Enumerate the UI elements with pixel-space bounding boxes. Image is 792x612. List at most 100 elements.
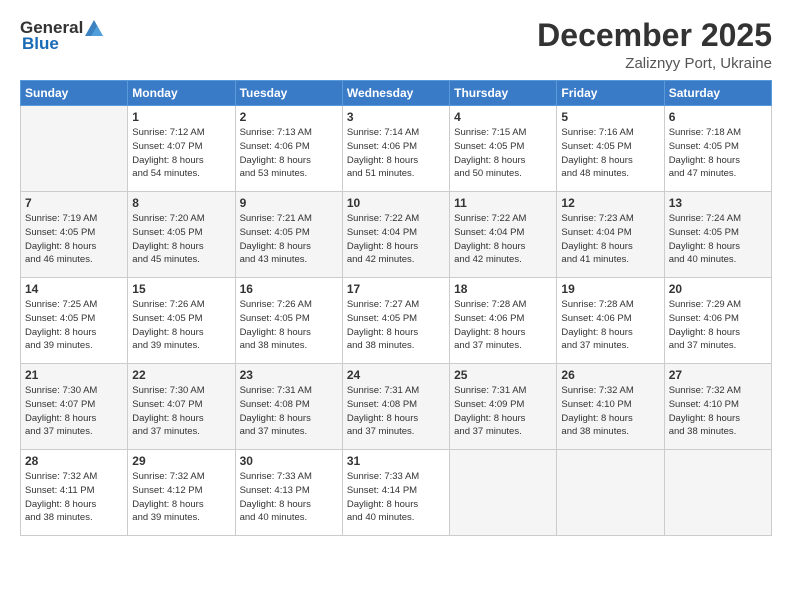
calendar-header-tuesday: Tuesday — [235, 81, 342, 106]
calendar-cell: 25 Sunrise: 7:31 AMSunset: 4:09 PMDayligh… — [450, 364, 557, 450]
month-title: December 2025 — [537, 18, 772, 53]
day-number: 11 — [454, 196, 552, 210]
day-info: Sunrise: 7:31 AMSunset: 4:08 PMDaylight:… — [347, 384, 445, 439]
calendar-cell: 16 Sunrise: 7:26 AMSunset: 4:05 PMDayligh… — [235, 278, 342, 364]
day-info: Sunrise: 7:20 AMSunset: 4:05 PMDaylight:… — [132, 212, 230, 267]
title-block: December 2025 Zaliznyy Port, Ukraine — [537, 18, 772, 72]
day-info: Sunrise: 7:18 AMSunset: 4:05 PMDaylight:… — [669, 126, 767, 181]
calendar-cell: 5 Sunrise: 7:16 AMSunset: 4:05 PMDaylight… — [557, 106, 664, 192]
calendar-header-monday: Monday — [128, 81, 235, 106]
day-info: Sunrise: 7:30 AMSunset: 4:07 PMDaylight:… — [132, 384, 230, 439]
calendar-header-wednesday: Wednesday — [342, 81, 449, 106]
calendar-week-2: 7 Sunrise: 7:19 AMSunset: 4:05 PMDaylight… — [21, 192, 772, 278]
day-number: 28 — [25, 454, 123, 468]
calendar-cell: 27Sunrise: 7:32 AMSunset: 4:10 PMDayligh… — [664, 364, 771, 450]
day-number: 31 — [347, 454, 445, 468]
day-number: 14 — [25, 282, 123, 296]
day-number: 13 — [669, 196, 767, 210]
day-number: 8 — [132, 196, 230, 210]
page: General Blue December 2025 Zaliznyy Port… — [0, 0, 792, 612]
logo: General Blue — [20, 18, 105, 54]
day-info: Sunrise: 7:32 AMSunset: 4:12 PMDaylight:… — [132, 470, 230, 525]
calendar-cell: 26Sunrise: 7:32 AMSunset: 4:10 PMDayligh… — [557, 364, 664, 450]
calendar-cell: 13 Sunrise: 7:24 AMSunset: 4:05 PMDayligh… — [664, 192, 771, 278]
day-info: Sunrise: 7:25 AMSunset: 4:05 PMDaylight:… — [25, 298, 123, 353]
calendar-cell: 11Sunrise: 7:22 AMSunset: 4:04 PMDayligh… — [450, 192, 557, 278]
calendar-cell: 24 Sunrise: 7:31 AMSunset: 4:08 PMDayligh… — [342, 364, 449, 450]
day-number: 4 — [454, 110, 552, 124]
day-info: Sunrise: 7:23 AMSunset: 4:04 PMDaylight:… — [561, 212, 659, 267]
calendar-cell — [664, 450, 771, 536]
calendar-cell: 30 Sunrise: 7:33 AMSunset: 4:13 PMDayligh… — [235, 450, 342, 536]
calendar-week-1: 1 Sunrise: 7:12 AMSunset: 4:07 PMDaylight… — [21, 106, 772, 192]
day-number: 5 — [561, 110, 659, 124]
day-number: 2 — [240, 110, 338, 124]
day-number: 18 — [454, 282, 552, 296]
day-number: 3 — [347, 110, 445, 124]
day-info: Sunrise: 7:12 AMSunset: 4:07 PMDaylight:… — [132, 126, 230, 181]
calendar-cell — [21, 106, 128, 192]
day-info: Sunrise: 7:24 AMSunset: 4:05 PMDaylight:… — [669, 212, 767, 267]
calendar-cell: 31Sunrise: 7:33 AMSunset: 4:14 PMDayligh… — [342, 450, 449, 536]
header: General Blue December 2025 Zaliznyy Port… — [20, 18, 772, 72]
day-info: Sunrise: 7:16 AMSunset: 4:05 PMDaylight:… — [561, 126, 659, 181]
day-number: 19 — [561, 282, 659, 296]
calendar-cell: 3 Sunrise: 7:14 AMSunset: 4:06 PMDaylight… — [342, 106, 449, 192]
calendar-cell: 21Sunrise: 7:30 AMSunset: 4:07 PMDayligh… — [21, 364, 128, 450]
day-info: Sunrise: 7:13 AMSunset: 4:06 PMDaylight:… — [240, 126, 338, 181]
day-info: Sunrise: 7:26 AMSunset: 4:05 PMDaylight:… — [240, 298, 338, 353]
calendar-header-saturday: Saturday — [664, 81, 771, 106]
calendar-cell: 18 Sunrise: 7:28 AMSunset: 4:06 PMDayligh… — [450, 278, 557, 364]
calendar-cell: 20Sunrise: 7:29 AMSunset: 4:06 PMDayligh… — [664, 278, 771, 364]
day-info: Sunrise: 7:14 AMSunset: 4:06 PMDaylight:… — [347, 126, 445, 181]
calendar-cell: 28Sunrise: 7:32 AMSunset: 4:11 PMDayligh… — [21, 450, 128, 536]
calendar-week-5: 28Sunrise: 7:32 AMSunset: 4:11 PMDayligh… — [21, 450, 772, 536]
day-info: Sunrise: 7:28 AMSunset: 4:06 PMDaylight:… — [561, 298, 659, 353]
day-number: 7 — [25, 196, 123, 210]
day-info: Sunrise: 7:21 AMSunset: 4:05 PMDaylight:… — [240, 212, 338, 267]
calendar-cell: 17Sunrise: 7:27 AMSunset: 4:05 PMDayligh… — [342, 278, 449, 364]
calendar-header-row: SundayMondayTuesdayWednesdayThursdayFrid… — [21, 81, 772, 106]
calendar-cell: 1 Sunrise: 7:12 AMSunset: 4:07 PMDaylight… — [128, 106, 235, 192]
day-info: Sunrise: 7:32 AMSunset: 4:10 PMDaylight:… — [561, 384, 659, 439]
day-number: 16 — [240, 282, 338, 296]
day-info: Sunrise: 7:31 AMSunset: 4:09 PMDaylight:… — [454, 384, 552, 439]
day-number: 25 — [454, 368, 552, 382]
calendar-cell: 8 Sunrise: 7:20 AMSunset: 4:05 PMDaylight… — [128, 192, 235, 278]
calendar-cell — [557, 450, 664, 536]
day-number: 30 — [240, 454, 338, 468]
logo-blue-text: Blue — [22, 34, 59, 54]
day-number: 29 — [132, 454, 230, 468]
day-number: 22 — [132, 368, 230, 382]
day-info: Sunrise: 7:29 AMSunset: 4:06 PMDaylight:… — [669, 298, 767, 353]
calendar-cell: 22 Sunrise: 7:30 AMSunset: 4:07 PMDayligh… — [128, 364, 235, 450]
day-info: Sunrise: 7:32 AMSunset: 4:10 PMDaylight:… — [669, 384, 767, 439]
calendar-cell: 14 Sunrise: 7:25 AMSunset: 4:05 PMDayligh… — [21, 278, 128, 364]
calendar-cell: 2 Sunrise: 7:13 AMSunset: 4:06 PMDaylight… — [235, 106, 342, 192]
day-info: Sunrise: 7:30 AMSunset: 4:07 PMDaylight:… — [25, 384, 123, 439]
calendar-cell: 4 Sunrise: 7:15 AMSunset: 4:05 PMDaylight… — [450, 106, 557, 192]
location: Zaliznyy Port, Ukraine — [537, 55, 772, 72]
calendar-cell: 10Sunrise: 7:22 AMSunset: 4:04 PMDayligh… — [342, 192, 449, 278]
calendar: SundayMondayTuesdayWednesdayThursdayFrid… — [20, 80, 772, 536]
calendar-cell: 12Sunrise: 7:23 AMSunset: 4:04 PMDayligh… — [557, 192, 664, 278]
day-number: 15 — [132, 282, 230, 296]
day-info: Sunrise: 7:28 AMSunset: 4:06 PMDaylight:… — [454, 298, 552, 353]
calendar-cell: 7 Sunrise: 7:19 AMSunset: 4:05 PMDaylight… — [21, 192, 128, 278]
day-info: Sunrise: 7:33 AMSunset: 4:13 PMDaylight:… — [240, 470, 338, 525]
day-info: Sunrise: 7:15 AMSunset: 4:05 PMDaylight:… — [454, 126, 552, 181]
day-number: 6 — [669, 110, 767, 124]
day-number: 17 — [347, 282, 445, 296]
day-info: Sunrise: 7:19 AMSunset: 4:05 PMDaylight:… — [25, 212, 123, 267]
calendar-week-3: 14 Sunrise: 7:25 AMSunset: 4:05 PMDayligh… — [21, 278, 772, 364]
calendar-cell: 15Sunrise: 7:26 AMSunset: 4:05 PMDayligh… — [128, 278, 235, 364]
day-info: Sunrise: 7:22 AMSunset: 4:04 PMDaylight:… — [347, 212, 445, 267]
calendar-cell: 19 Sunrise: 7:28 AMSunset: 4:06 PMDayligh… — [557, 278, 664, 364]
calendar-cell — [450, 450, 557, 536]
calendar-cell: 23Sunrise: 7:31 AMSunset: 4:08 PMDayligh… — [235, 364, 342, 450]
calendar-header-thursday: Thursday — [450, 81, 557, 106]
day-number: 24 — [347, 368, 445, 382]
calendar-header-friday: Friday — [557, 81, 664, 106]
day-number: 1 — [132, 110, 230, 124]
day-info: Sunrise: 7:31 AMSunset: 4:08 PMDaylight:… — [240, 384, 338, 439]
